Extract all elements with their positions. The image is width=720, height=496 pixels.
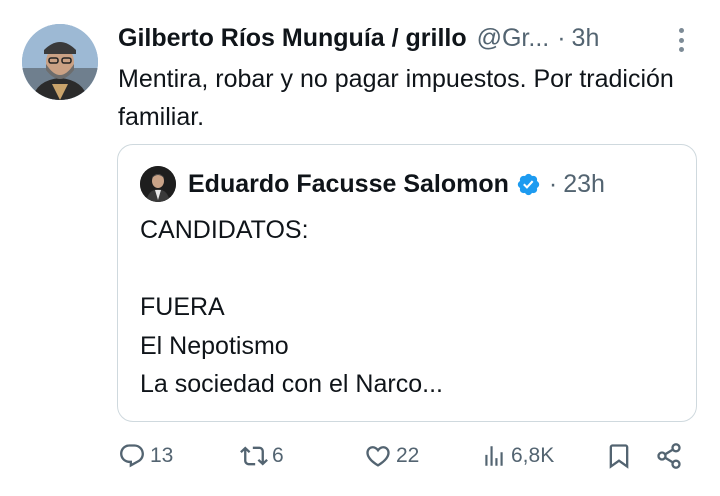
reply-button[interactable]: 13 bbox=[118, 438, 173, 474]
author-handle[interactable]: @Gr... bbox=[477, 24, 550, 53]
tweet-text: Mentira, robar y no pagar impuestos. Por… bbox=[118, 65, 674, 131]
retweet-count: 6 bbox=[272, 444, 284, 467]
views-icon bbox=[485, 446, 503, 466]
reply-count: 13 bbox=[150, 444, 174, 467]
quoted-separator-dot: · bbox=[548, 169, 558, 198]
share-button[interactable] bbox=[655, 438, 683, 474]
retweet-icon bbox=[240, 446, 268, 466]
more-icon[interactable] bbox=[670, 26, 692, 54]
tweet-time[interactable]: 3h bbox=[572, 24, 600, 53]
author-name[interactable]: Gilberto Ríos Munguía / grillo bbox=[118, 24, 467, 53]
reply-icon bbox=[120, 444, 144, 468]
quoted-line: CANDIDATOS: bbox=[140, 216, 309, 244]
share-icon bbox=[657, 443, 681, 469]
bookmark-button[interactable] bbox=[605, 438, 633, 474]
separator-dot: · bbox=[557, 23, 566, 52]
quoted-line: El Nepotismo bbox=[140, 331, 289, 360]
author-avatar[interactable] bbox=[22, 24, 98, 100]
quoted-line: La sociedad con el Narco... bbox=[140, 370, 443, 398]
quoted-time[interactable]: 23h bbox=[563, 170, 605, 199]
quoted-author-avatar[interactable] bbox=[140, 166, 176, 202]
like-button[interactable]: 22 bbox=[364, 438, 419, 474]
quoted-tweet[interactable]: Eduardo Facusse Salomon · 23h CANDIDATOS… bbox=[117, 144, 697, 422]
retweet-button[interactable]: 6 bbox=[240, 438, 284, 474]
like-icon bbox=[366, 446, 390, 467]
quoted-header: Eduardo Facusse Salomon · 23h bbox=[140, 166, 605, 202]
views-button[interactable]: 6,8K bbox=[481, 438, 554, 474]
action-bar: 13 6 22 6,8K bbox=[0, 438, 720, 474]
bookmark-icon bbox=[609, 444, 629, 469]
verified-badge-icon bbox=[517, 173, 540, 195]
quoted-text: CANDIDATOS: FUERA El Nepotismo La socied… bbox=[140, 211, 680, 404]
quoted-line: FUERA bbox=[140, 293, 225, 321]
tweet-header: Gilberto Ríos Munguía / grillo @Gr... · … bbox=[118, 20, 599, 56]
like-count: 22 bbox=[396, 444, 420, 467]
quoted-author-name[interactable]: Eduardo Facusse Salomon bbox=[188, 170, 509, 199]
quoted-line bbox=[140, 250, 680, 289]
views-count: 6,8K bbox=[511, 444, 555, 467]
tweet[interactable]: Gilberto Ríos Munguía / grillo @Gr... · … bbox=[0, 0, 720, 496]
